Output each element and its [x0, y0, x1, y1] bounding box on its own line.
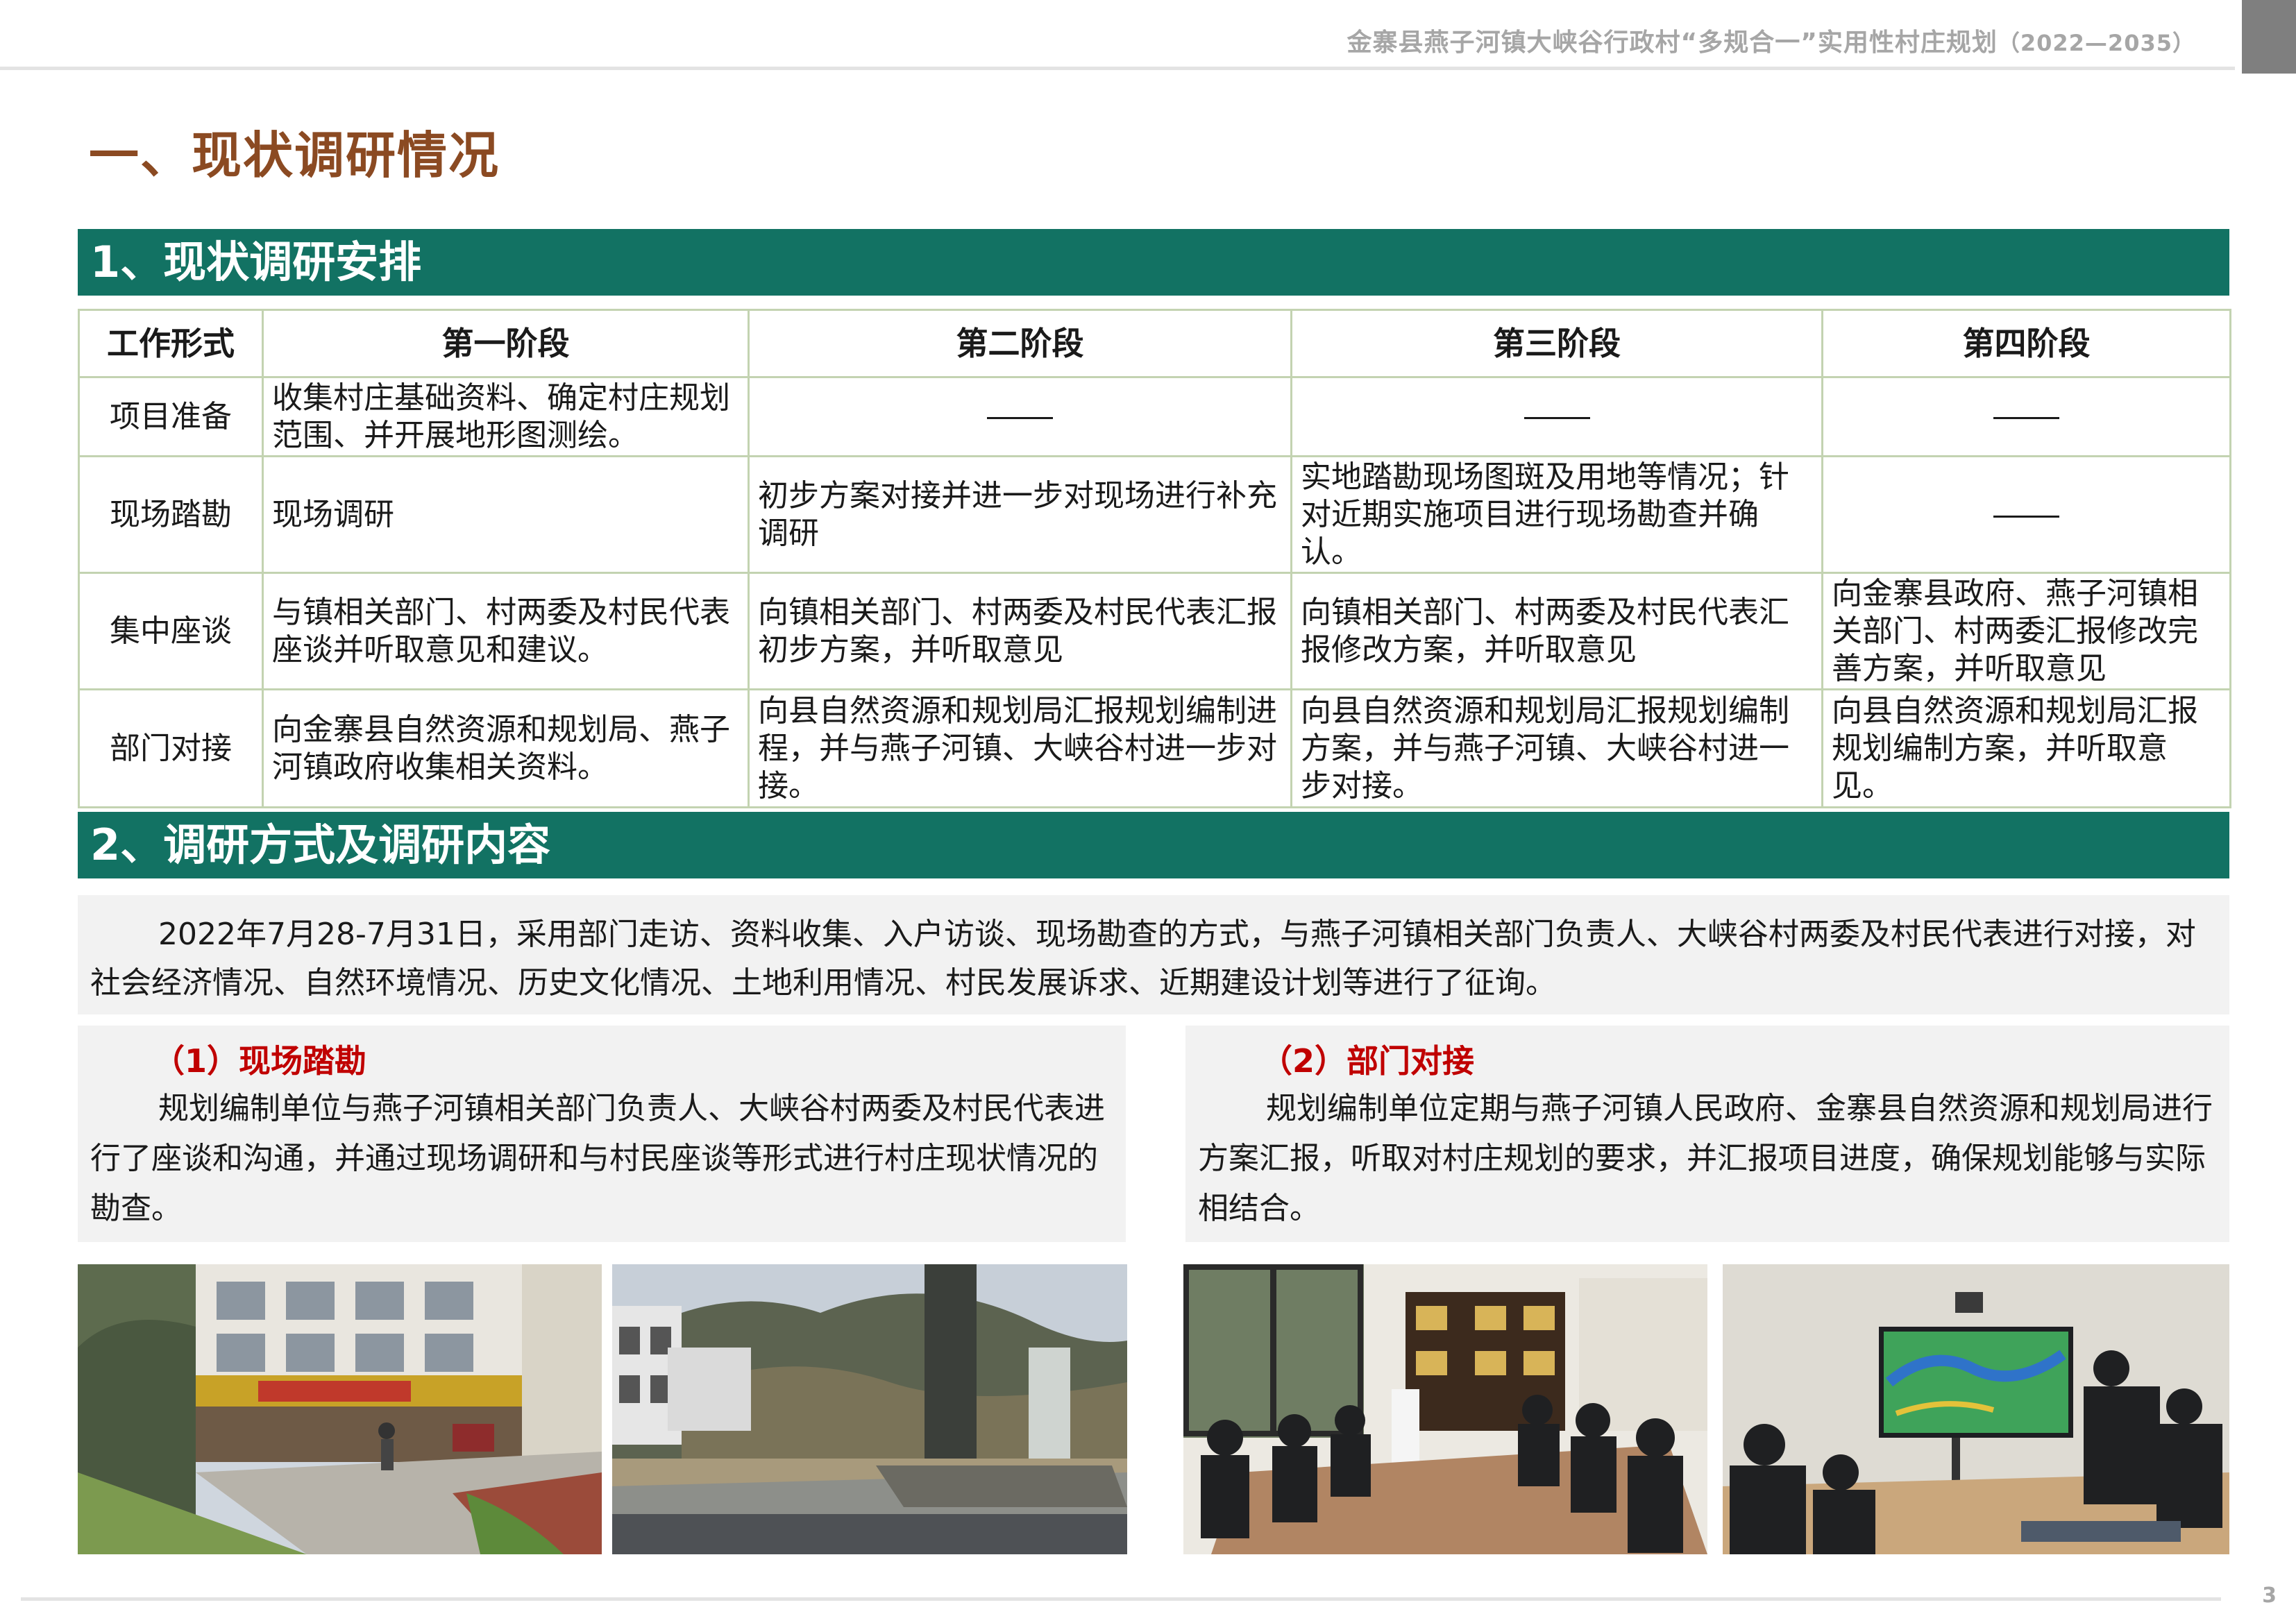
dash-mark: [987, 417, 1053, 420]
table-cell: 实地踏勘现场图斑及用地等情况；针对近期实施项目进行现场勘查并确认。: [1290, 455, 1823, 575]
table-header-cell: 第四阶段: [1821, 309, 2231, 378]
document-title: 金寨县燕子河镇大峡谷行政村“多规合一”实用性村庄规划: [1347, 28, 1998, 57]
table-cell: 收集村庄基础资料、确定村庄规划范围、并开展地形图测绘。: [262, 375, 750, 458]
table-cell: 向县自然资源和规划局汇报规划编制进程，并与燕子河镇、大峡谷村进一步对接。: [748, 688, 1292, 809]
table-row: 项目准备 收集村庄基础资料、确定村庄规划范围、并开展地形图测绘。: [78, 375, 2231, 458]
site-survey-panel: （1）现场踏勘 规划编制单位与燕子河镇相关部门负责人、大峡谷村两委及村民代表进行…: [78, 1026, 1126, 1242]
village-entrance-photo: [612, 1264, 1127, 1554]
presentation-photo: [1723, 1264, 2229, 1554]
department-liaison-heading: （2）部门对接: [1260, 1042, 1475, 1080]
table-row: 集中座谈 与镇相关部门、村两委及村民代表座谈并听取意见和建议。 向镇相关部门、村…: [78, 572, 2231, 691]
empty-cell: [1821, 455, 2231, 575]
header-corner-block: [2242, 0, 2296, 74]
row-form-label: 项目准备: [78, 375, 264, 458]
table-cell: 向金寨县政府、燕子河镇相关部门、村两委汇报修改完善方案，并听取意见: [1821, 572, 2231, 691]
meeting-room-photo: [1183, 1264, 1707, 1554]
page-number: 3: [2262, 1583, 2277, 1608]
intro-paragraph: 2022年7月28-7月31日，采用部门走访、资料收集、入户访谈、现场勘查的方式…: [78, 895, 2229, 1014]
village-street-photo: [78, 1264, 602, 1554]
dash-mark: [1523, 417, 1590, 420]
table-cell: 向县自然资源和规划局汇报规划编制方案，并听取意见。: [1821, 688, 2231, 809]
row-form-label: 现场踏勘: [78, 455, 264, 575]
table-header-cell: 第一阶段: [262, 309, 750, 378]
department-liaison-text: 规划编制单位定期与燕子河镇人民政府、金寨县自然资源和规划局进行方案汇报，听取对村…: [1198, 1091, 2213, 1226]
schedule-table: 工作形式 第一阶段 第二阶段 第三阶段 第四阶段 项目准备 收集村庄基础资料、确…: [78, 309, 2231, 809]
department-liaison-panel: （2）部门对接 规划编制单位定期与燕子河镇人民政府、金寨县自然资源和规划局进行方…: [1185, 1026, 2229, 1242]
section-1-title: 1、现状调研安排: [78, 229, 2229, 296]
document-years: （2022—2035）: [1997, 30, 2195, 56]
table-header-cell: 工作形式: [78, 309, 264, 378]
row-form-label: 集中座谈: [78, 572, 264, 691]
table-cell: 现场调研: [262, 455, 750, 575]
table-row: 部门对接 向金寨县自然资源和规划局、燕子河镇政府收集相关资料。 向县自然资源和规…: [78, 688, 2231, 809]
empty-cell: [1290, 375, 1823, 458]
site-survey-text: 规划编制单位与燕子河镇相关部门负责人、大峡谷村两委及村民代表进行了座谈和沟通，并…: [90, 1091, 1105, 1226]
site-survey-heading: （1）现场踏勘: [153, 1042, 367, 1080]
table-cell: 与镇相关部门、村两委及村民代表座谈并听取意见和建议。: [262, 572, 750, 691]
main-title: 一、现状调研情况: [89, 126, 500, 185]
table-header-cell: 第三阶段: [1290, 309, 1823, 378]
table-cell: 向县自然资源和规划局汇报规划编制方案，并与燕子河镇、大峡谷村进一步对接。: [1290, 688, 1823, 809]
document-header: 金寨县燕子河镇大峡谷行政村“多规合一”实用性村庄规划（2022—2035）: [1347, 22, 2195, 58]
empty-cell: [748, 375, 1292, 458]
table-cell: 向金寨县自然资源和规划局、燕子河镇政府收集相关资料。: [262, 688, 750, 809]
table-cell: 初步方案对接并进一步对现场进行补充调研: [748, 455, 1292, 575]
footer-divider: [21, 1597, 2221, 1601]
header-divider: [0, 67, 2235, 70]
table-cell: 向镇相关部门、村两委及村民代表汇报初步方案，并听取意见: [748, 572, 1292, 691]
empty-cell: [1821, 375, 2231, 458]
dash-mark: [1993, 515, 2059, 518]
table-cell: 向镇相关部门、村两委及村民代表汇报修改方案，并听取意见: [1290, 572, 1823, 691]
section-2-title: 2、调研方式及调研内容: [78, 812, 2229, 878]
table-header-cell: 第二阶段: [748, 309, 1292, 378]
dash-mark: [1993, 417, 2059, 420]
row-form-label: 部门对接: [78, 688, 264, 809]
table-row: 现场踏勘 现场调研 初步方案对接并进一步对现场进行补充调研 实地踏勘现场图斑及用…: [78, 455, 2231, 575]
table-header-row: 工作形式 第一阶段 第二阶段 第三阶段 第四阶段: [78, 309, 2231, 378]
